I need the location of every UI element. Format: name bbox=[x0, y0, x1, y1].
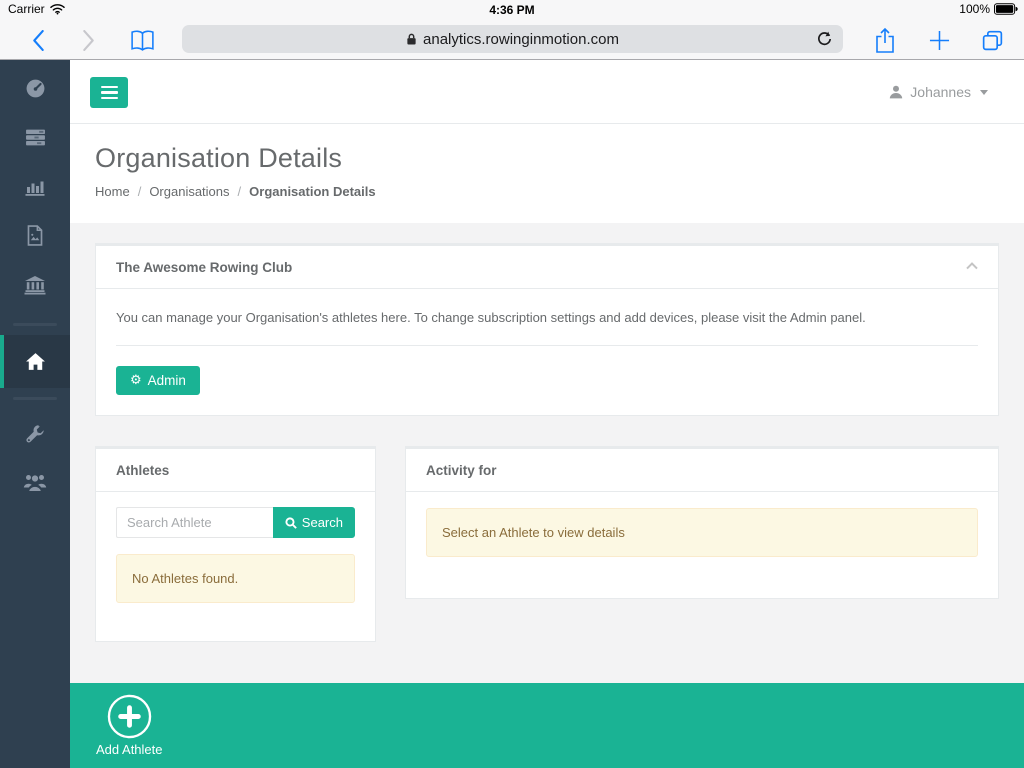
tabs-button[interactable] bbox=[976, 20, 1008, 60]
dashboard-icon bbox=[25, 78, 46, 99]
breadcrumb-separator: / bbox=[138, 184, 142, 199]
divider bbox=[116, 345, 978, 346]
url-text: analytics.rowinginmotion.com bbox=[423, 31, 619, 48]
sidebar-item-settings[interactable] bbox=[0, 409, 70, 458]
sidebar-item-organisation[interactable] bbox=[0, 260, 70, 309]
home-icon bbox=[25, 352, 46, 371]
organisation-description: You can manage your Organisation's athle… bbox=[116, 309, 978, 327]
new-tab-button[interactable] bbox=[924, 20, 954, 60]
users-icon bbox=[23, 473, 47, 492]
address-bar[interactable]: analytics.rowinginmotion.com bbox=[182, 25, 843, 53]
bookmarks-button[interactable] bbox=[126, 20, 158, 60]
admin-button-label: Admin bbox=[148, 373, 186, 388]
bookmarks-book-icon bbox=[129, 29, 156, 52]
athletes-panel-body: Search No Athletes found. bbox=[96, 492, 375, 641]
breadcrumb-current: Organisation Details bbox=[249, 184, 375, 199]
athletes-panel: Athletes Search No Athletes found. bbox=[95, 446, 376, 642]
breadcrumb-home-link[interactable]: Home bbox=[95, 184, 130, 199]
lock-icon bbox=[406, 32, 417, 46]
menu-toggle-button[interactable] bbox=[90, 77, 128, 108]
plus-icon bbox=[929, 30, 950, 51]
battery-icon bbox=[994, 3, 1018, 15]
plus-circle-icon bbox=[107, 694, 152, 739]
no-athletes-alert: No Athletes found. bbox=[116, 554, 355, 603]
wrench-icon bbox=[25, 424, 45, 444]
app-topbar: Johannes bbox=[70, 60, 1024, 124]
sidebar-item-users[interactable] bbox=[0, 458, 70, 507]
search-button[interactable]: Search bbox=[273, 507, 355, 538]
activity-panel-title: Activity for bbox=[426, 463, 497, 478]
add-athlete-label: Add Athlete bbox=[96, 742, 163, 757]
athlete-search-group: Search bbox=[116, 507, 355, 538]
forward-button[interactable] bbox=[76, 20, 100, 60]
forward-chevron-icon bbox=[82, 30, 95, 51]
file-image-icon bbox=[26, 225, 44, 246]
caret-down-icon bbox=[980, 90, 988, 95]
back-button[interactable] bbox=[26, 20, 50, 60]
sidebar-divider bbox=[13, 397, 57, 400]
panel-row: Athletes Search No Athletes found. bbox=[95, 446, 999, 642]
sidebar-divider bbox=[13, 323, 57, 326]
page-heading: Organisation Details Home / Organisation… bbox=[70, 125, 1024, 223]
safari-toolbar: analytics.rowinginmotion.com bbox=[0, 20, 1024, 60]
app-footer: Add Athlete bbox=[70, 683, 1024, 768]
sidebar-item-dashboard[interactable] bbox=[0, 64, 70, 113]
organisation-panel-header: The Awesome Rowing Club bbox=[96, 246, 998, 289]
select-athlete-alert: Select an Athlete to view details bbox=[426, 508, 978, 557]
add-athlete-button[interactable]: Add Athlete bbox=[96, 694, 163, 757]
reload-button[interactable] bbox=[816, 30, 833, 48]
admin-button[interactable]: ⚙ Admin bbox=[116, 366, 200, 395]
activity-panel-header: Activity for bbox=[406, 449, 998, 492]
hamburger-icon bbox=[101, 86, 118, 89]
bar-chart-icon bbox=[24, 177, 46, 197]
back-chevron-icon bbox=[32, 30, 45, 51]
page-content: The Awesome Rowing Club You can manage y… bbox=[70, 223, 1024, 683]
sidebar-item-home[interactable] bbox=[0, 335, 70, 388]
activity-panel-body: Select an Athlete to view details bbox=[406, 492, 998, 598]
ipad-screen: Carrier 4:36 PM 100% bbox=[0, 0, 1024, 768]
breadcrumb-separator: / bbox=[238, 184, 242, 199]
gear-icon: ⚙ bbox=[130, 374, 142, 387]
search-icon bbox=[285, 517, 297, 529]
page-title: Organisation Details bbox=[95, 143, 1024, 174]
organisation-panel: The Awesome Rowing Club You can manage y… bbox=[95, 243, 999, 416]
athletes-panel-header: Athletes bbox=[96, 449, 375, 492]
breadcrumb: Home / Organisations / Organisation Deta… bbox=[95, 184, 1024, 199]
battery-percent: 100% bbox=[959, 2, 990, 16]
browser-chrome: Carrier 4:36 PM 100% bbox=[0, 0, 1024, 60]
status-bar: Carrier 4:36 PM 100% bbox=[0, 0, 1024, 20]
search-athlete-input[interactable] bbox=[116, 507, 273, 538]
sidebar-item-reports[interactable] bbox=[0, 162, 70, 211]
search-button-label: Search bbox=[302, 515, 343, 530]
share-icon bbox=[874, 27, 896, 54]
reload-icon bbox=[816, 30, 833, 48]
organisation-panel-body: You can manage your Organisation's athle… bbox=[96, 289, 998, 415]
sidebar-item-tasks[interactable] bbox=[0, 113, 70, 162]
share-button[interactable] bbox=[868, 20, 902, 60]
athletes-panel-title: Athletes bbox=[116, 463, 169, 478]
breadcrumb-organisations-link[interactable]: Organisations bbox=[149, 184, 229, 199]
chevron-up-icon bbox=[966, 262, 978, 270]
bank-icon bbox=[24, 275, 46, 295]
collapse-panel-button[interactable] bbox=[964, 260, 980, 272]
activity-panel: Activity for Select an Athlete to view d… bbox=[405, 446, 999, 599]
tasks-icon bbox=[25, 128, 46, 147]
user-name: Johannes bbox=[910, 84, 971, 100]
clock: 4:36 PM bbox=[0, 3, 1024, 17]
sidebar-nav bbox=[0, 60, 70, 768]
user-menu[interactable]: Johannes bbox=[889, 60, 988, 124]
tabs-icon bbox=[980, 28, 1005, 53]
organisation-name: The Awesome Rowing Club bbox=[116, 260, 292, 275]
sidebar-item-media[interactable] bbox=[0, 211, 70, 260]
user-icon bbox=[889, 85, 903, 99]
